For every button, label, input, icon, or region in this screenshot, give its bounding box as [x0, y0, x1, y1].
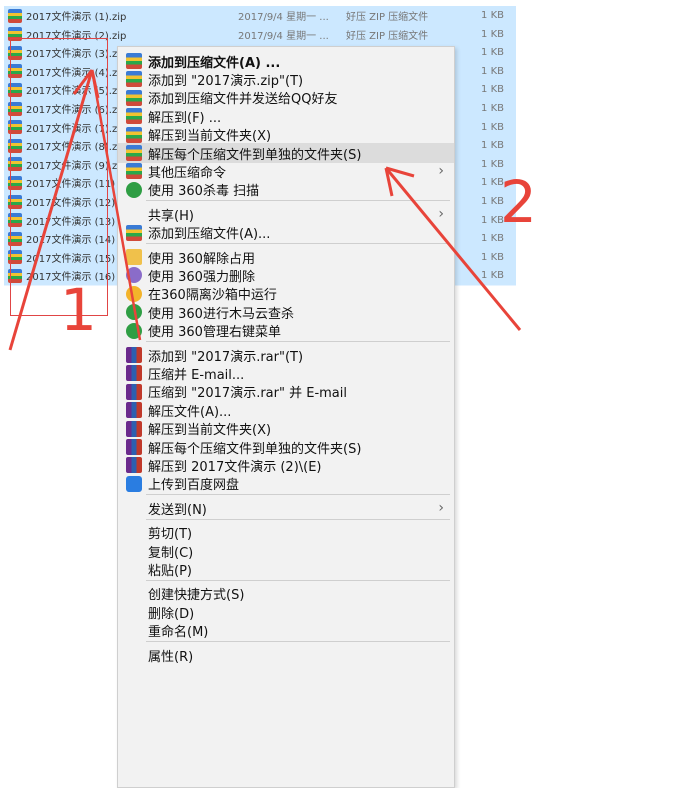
annotation-arrow-1b: [90, 69, 142, 341]
annotation-overlay: 1 2: [8, 69, 537, 351]
annotation-label-1: 1: [60, 276, 97, 344]
annotation-label-2: 2: [500, 168, 537, 236]
